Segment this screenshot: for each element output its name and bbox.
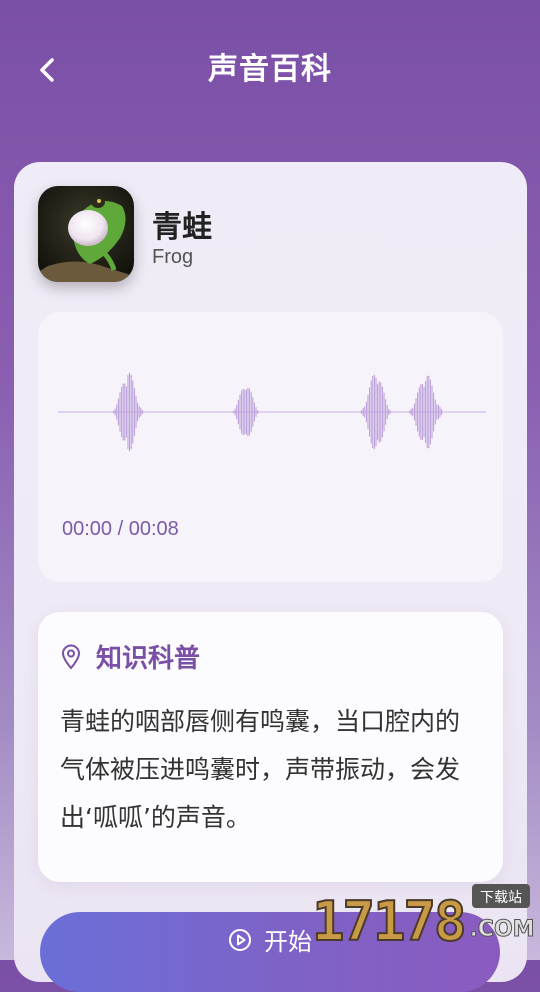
waveform[interactable] <box>58 352 486 472</box>
sound-card: 青蛙 Frog 00:00 / 00:08 知识科普 青蛙的咽部唇侧有鸣囊，当口… <box>14 162 527 982</box>
audio-player: 00:00 / 00:08 <box>38 312 503 582</box>
watermark-logo: 17178 下载站 .COM <box>311 882 535 956</box>
watermark-number: 17178 <box>312 890 465 952</box>
watermark-text-bottom: .COM <box>469 917 534 942</box>
knowledge-title: 知识科普 <box>96 644 201 674</box>
animal-name: 青蛙 <box>152 210 212 245</box>
time-display: 00:00 / 00:08 <box>62 518 179 541</box>
current-time: 00:00 <box>62 518 113 540</box>
knowledge-text: 青蛙的咽部唇侧有鸣囊，当口腔内的气体被压进鸣囊时，声带振动，会发出‘呱呱’的声音… <box>60 707 461 832</box>
watermark-text-top: 下载站 <box>480 890 522 906</box>
time-separator: / <box>112 518 129 540</box>
location-pin-icon <box>61 644 81 670</box>
knowledge-card: 知识科普 青蛙的咽部唇侧有鸣囊，当口腔内的气体被压进鸣囊时，声带振动，会发出‘呱… <box>38 612 503 882</box>
animal-english-name: Frog <box>152 246 194 268</box>
start-button-label: 开始 <box>264 928 312 956</box>
header: 声音百科 <box>0 0 540 130</box>
animal-photo <box>38 186 134 282</box>
total-time: 00:08 <box>128 518 179 540</box>
knowledge-header: 知识科普 <box>60 638 200 675</box>
play-circle-icon <box>229 928 251 951</box>
page-title: 声音百科 <box>208 52 332 87</box>
